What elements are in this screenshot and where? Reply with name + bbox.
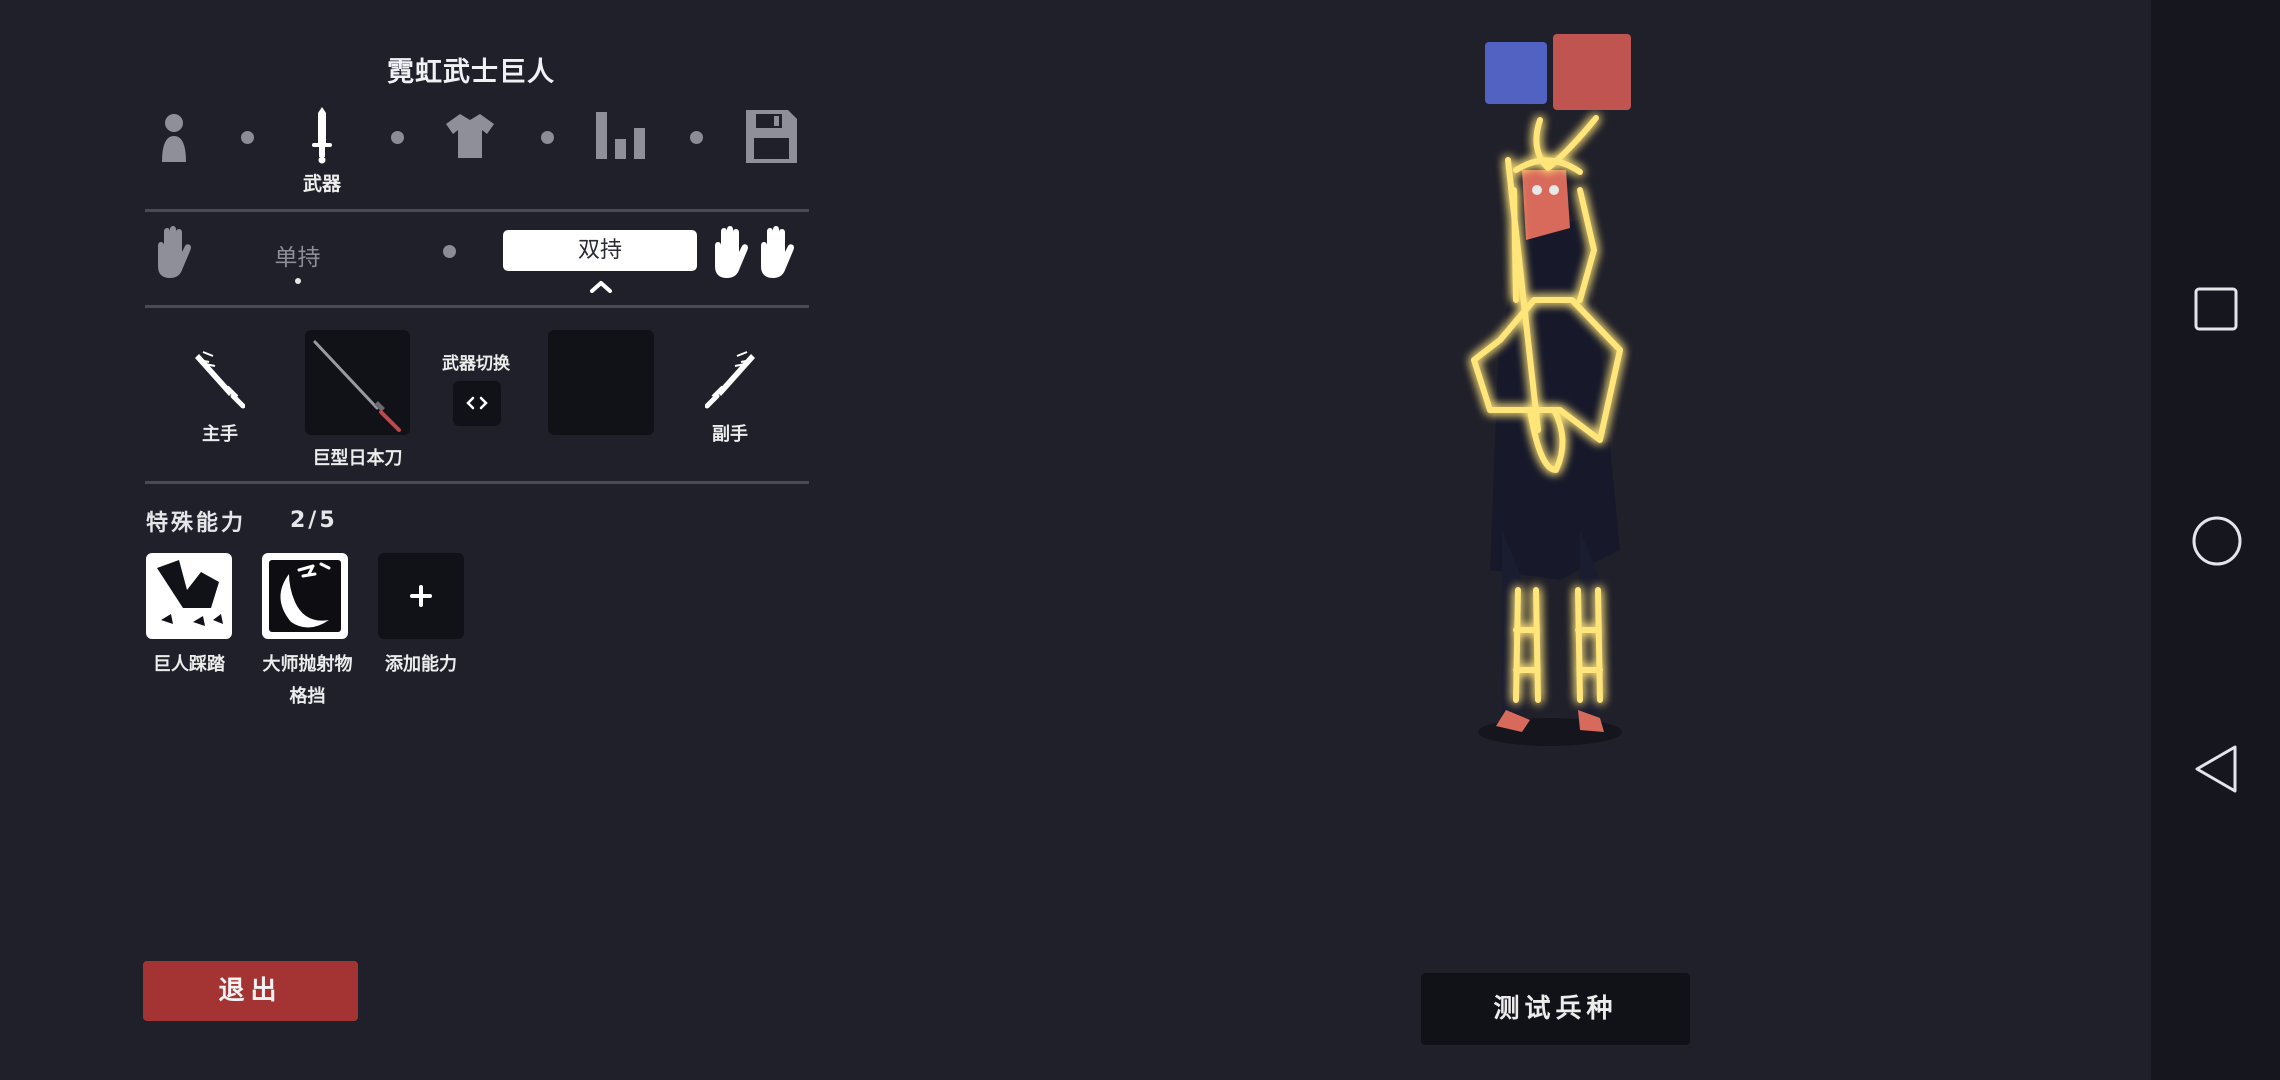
- off-hand-slot[interactable]: 副手: [690, 350, 770, 445]
- off-hand-label: 副手: [712, 424, 748, 445]
- tab-weapons-label: 武器: [302, 173, 341, 195]
- grip-indicator-dot: [295, 278, 301, 284]
- tab-clothing[interactable]: [444, 112, 496, 160]
- back-button[interactable]: [2193, 743, 2239, 795]
- dual-hands-icon: [709, 226, 797, 278]
- abilities-count: 2/5: [290, 508, 338, 533]
- projectile-block-icon: [280, 562, 331, 628]
- chevron-up-icon: [589, 278, 613, 293]
- tab-unit-base[interactable]: [157, 110, 191, 165]
- exit-button[interactable]: 退出: [143, 961, 358, 1021]
- off-hand-sword-icon: [705, 351, 755, 409]
- ability-projectile-block-label: 大师抛射物 格挡: [262, 654, 353, 707]
- main-hand-slot[interactable]: 主手: [180, 350, 260, 445]
- ability-giant-stomp-label: 巨人踩踏: [153, 654, 225, 675]
- unit-preview-model: [1430, 110, 1670, 760]
- divider: [145, 209, 809, 212]
- weapon-swap-label: 武器切换: [442, 354, 510, 374]
- test-unit-button[interactable]: 测试兵种: [1421, 973, 1690, 1045]
- person-icon: [162, 114, 186, 162]
- giant-stomp-icon: [157, 560, 223, 626]
- tab-separator-dot: [541, 131, 554, 144]
- recent-apps-button[interactable]: [2194, 287, 2238, 331]
- off-hand-weapon-slot[interactable]: [548, 330, 654, 435]
- home-button[interactable]: [2192, 516, 2242, 566]
- add-ability-label: 添加能力: [385, 654, 457, 675]
- plus-icon: [410, 585, 432, 607]
- grip-option-single[interactable]: 单持: [255, 238, 340, 272]
- grip-option-dual[interactable]: 双持: [503, 230, 697, 271]
- main-weapon-slot[interactable]: [305, 330, 410, 435]
- divider: [145, 481, 809, 484]
- ability-projectile-block[interactable]: [262, 553, 348, 639]
- square-icon: [2194, 287, 2238, 331]
- weapon-swap-button[interactable]: [453, 381, 501, 426]
- katana-icon: [313, 340, 401, 432]
- stats-icon: [596, 112, 645, 159]
- unit-name-title: 霓虹武士巨人: [387, 57, 555, 88]
- tab-separator-dot: [391, 131, 404, 144]
- circle-icon: [2192, 516, 2242, 566]
- tab-weapons[interactable]: 武器: [272, 105, 372, 200]
- back-triangle-icon: [2195, 745, 2237, 793]
- save-icon: [746, 110, 797, 163]
- ability-giant-stomp[interactable]: [146, 553, 232, 639]
- tab-separator-dot: [241, 131, 254, 144]
- tab-stats[interactable]: [596, 112, 646, 159]
- main-weapon-name: 巨型日本刀: [312, 448, 403, 469]
- abilities-header: 特殊能力: [146, 511, 247, 536]
- add-ability-button[interactable]: [378, 553, 464, 639]
- team-blue-button[interactable]: [1485, 42, 1547, 104]
- divider: [145, 305, 809, 308]
- main-hand-label: 主手: [202, 424, 238, 445]
- system-navigation-bar: [2151, 0, 2280, 1080]
- swap-arrows-icon: [466, 396, 488, 410]
- single-hand-icon: [152, 226, 192, 278]
- main-hand-sword-icon: [195, 351, 245, 409]
- tab-separator-dot: [690, 131, 703, 144]
- tab-save[interactable]: [746, 110, 797, 163]
- team-red-button[interactable]: [1553, 34, 1631, 110]
- shirt-icon: [446, 114, 494, 158]
- sword-icon: [312, 107, 332, 164]
- grip-separator-dot: [443, 245, 456, 258]
